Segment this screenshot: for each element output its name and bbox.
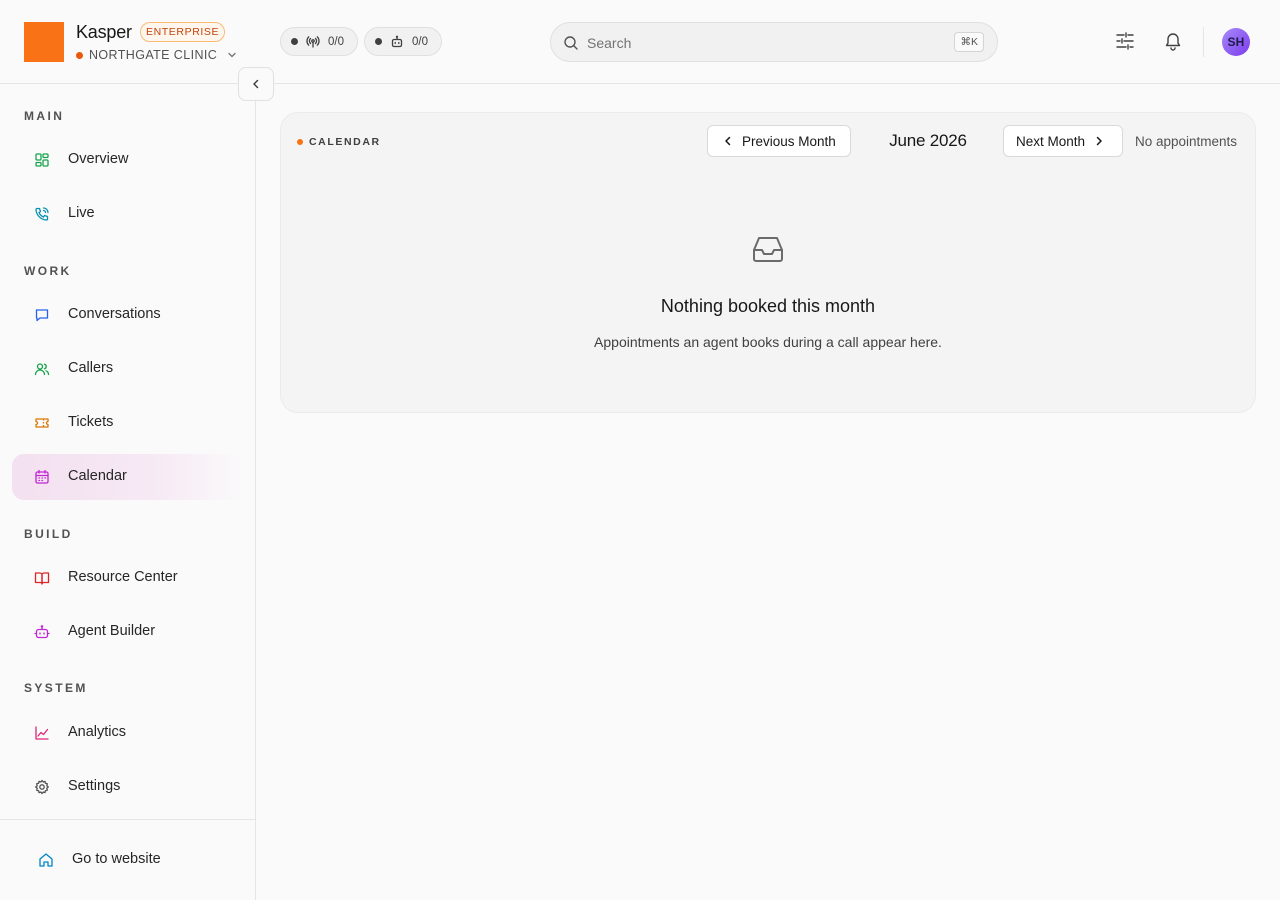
sidebar-item-label: Live (68, 205, 95, 221)
agents-count: 0/0 (412, 35, 428, 48)
empty-state-title: Nothing booked this month (660, 296, 876, 316)
sidebar-item-agent-builder[interactable]: Agent Builder (12, 609, 244, 655)
inbox-icon (753, 237, 783, 262)
empty-state-subtitle: Appointments an agent books during a cal… (594, 334, 942, 350)
line-chart-icon (35, 726, 49, 740)
sidebar-item-label: Conversations (68, 306, 161, 322)
next-month-button[interactable]: Next Month (1003, 125, 1123, 157)
sidebar-item-conversations[interactable]: Conversations (12, 292, 244, 338)
section-label-work: WORK (24, 264, 72, 278)
sidebar-item-label: Callers (68, 360, 114, 376)
phone-call-icon (35, 207, 49, 221)
search-input[interactable] (587, 33, 967, 53)
gear-icon (35, 779, 49, 795)
bell-icon (1165, 33, 1181, 51)
sidebar-item-label: Tickets (68, 414, 114, 430)
sliders-icon (1116, 32, 1134, 50)
go-to-website-link[interactable]: Go to website (16, 837, 240, 883)
sidebar-item-label: Settings (68, 778, 121, 794)
users-icon (34, 363, 50, 376)
message-square-icon (35, 309, 49, 322)
search-icon (564, 36, 578, 50)
sidebar: MAIN Overview Live WORK Conversations Ca… (0, 84, 256, 900)
section-label-system: SYSTEM (24, 681, 88, 695)
collapse-sidebar-button[interactable] (238, 67, 274, 101)
ticket-icon (35, 418, 49, 428)
chevron-right-icon (1096, 136, 1102, 146)
status-dot (291, 38, 298, 45)
notifications-button[interactable] (1162, 30, 1184, 52)
sidebar-item-label: Calendar (68, 468, 127, 484)
sidebar-item-calendar[interactable]: Calendar (12, 454, 244, 500)
sidebar-divider (0, 819, 256, 820)
sidebar-item-resource-center[interactable]: Resource Center (12, 555, 244, 601)
agents-indicator[interactable]: 0/0 (364, 27, 442, 56)
sidebar-item-callers[interactable]: Callers (12, 346, 244, 392)
section-label-main: MAIN (24, 109, 65, 123)
chevron-left-icon (253, 79, 259, 89)
brand-name: Kasper (76, 22, 132, 42)
live-calls-indicator[interactable]: 0/0 (280, 27, 358, 56)
search-shortcut-badge: ⌘K (954, 32, 984, 52)
previous-month-button[interactable]: Previous Month (707, 125, 851, 157)
next-month-label: Next Month (1016, 133, 1086, 149)
sidebar-item-live[interactable]: Live (12, 191, 244, 237)
sidebar-item-settings[interactable]: Settings (12, 764, 244, 810)
plan-badge: ENTERPRISE (140, 22, 226, 42)
sidebar-item-tickets[interactable]: Tickets (12, 400, 244, 446)
sidebar-item-overview[interactable]: Overview (12, 137, 244, 183)
org-name: NORTHGATE CLINIC (89, 48, 218, 62)
go-to-website-label: Go to website (72, 851, 161, 867)
toolbar-divider (1203, 27, 1204, 57)
org-switcher[interactable]: NORTHGATE CLINIC (76, 47, 237, 63)
calendar-icon (35, 469, 49, 484)
bot-icon (34, 625, 50, 639)
filters-button[interactable] (1114, 30, 1136, 52)
card-tag: CALENDAR (297, 136, 381, 148)
sidebar-item-label: Overview (68, 151, 129, 167)
top-bar: Kasper ENTERPRISE NORTHGATE CLINIC 0/0 0… (0, 0, 1280, 84)
live-calls-count: 0/0 (328, 35, 344, 48)
home-icon (39, 853, 53, 867)
sidebar-item-analytics[interactable]: Analytics (12, 710, 244, 756)
broadcast-icon (306, 35, 320, 48)
status-dot (375, 38, 382, 45)
current-month: June 2026 (889, 131, 967, 150)
chevron-left-icon (725, 136, 731, 146)
dashboard-icon (35, 153, 49, 167)
tag-dot (297, 139, 303, 145)
org-status-dot (76, 51, 83, 59)
sidebar-item-label: Resource Center (68, 569, 178, 585)
search-bar[interactable]: ⌘K (550, 22, 998, 62)
calendar-card: CALENDAR Previous Month June 2026 Next M… (280, 112, 1256, 413)
brand-logo[interactable] (24, 22, 64, 62)
sidebar-item-label: Agent Builder (68, 623, 156, 639)
appointments-status: No appointments (1135, 134, 1238, 149)
card-tag-label: CALENDAR (309, 136, 381, 148)
previous-month-label: Previous Month (742, 133, 836, 149)
sidebar-item-label: Analytics (68, 724, 127, 740)
user-avatar[interactable]: SH (1222, 28, 1250, 56)
chevron-down-icon (228, 52, 236, 58)
section-label-build: BUILD (24, 527, 73, 541)
book-open-icon (34, 572, 50, 585)
bot-icon (391, 35, 403, 47)
